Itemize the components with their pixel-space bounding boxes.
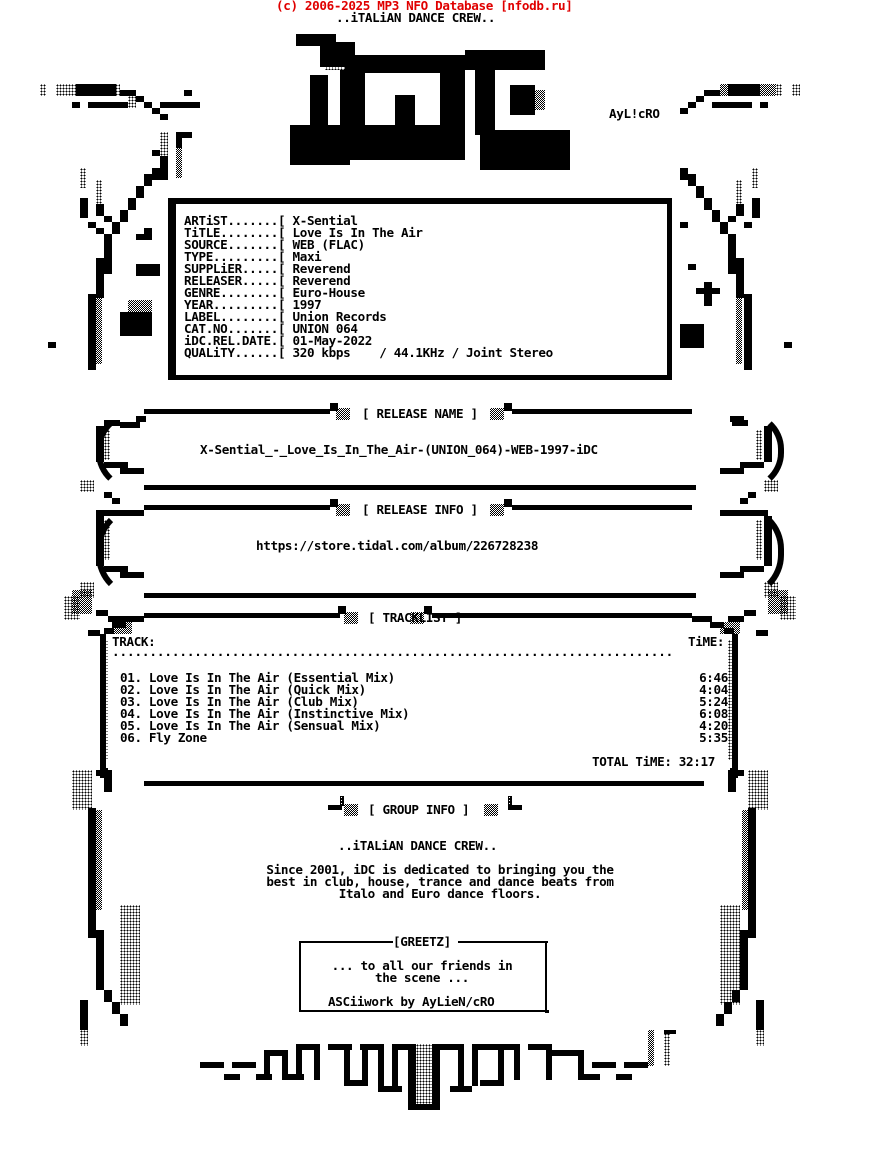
time-column-header: TiME: <box>688 634 725 649</box>
detail-label: QUALiTY......[ <box>184 345 286 360</box>
art-credit-tag: AyL!cRO <box>609 106 660 121</box>
track-row: 06. Fly Zone 5:35 <box>120 731 730 744</box>
group-description: Since 2001, iDC is dedicated to bringing… <box>180 863 700 901</box>
idc-logo <box>285 30 570 175</box>
tracklist-heading: [ TRACKLIST ] <box>368 610 463 625</box>
header-tagline: ..iTALiAN DANCE CREW.. <box>336 10 496 25</box>
group-tagline: ..iTALiAN DANCE CREW.. <box>338 838 498 853</box>
ornament-middle-right <box>716 400 880 1046</box>
total-time: TOTAL TiME: 32:17 <box>592 754 715 769</box>
greetz-heading: [GREETZ] <box>393 934 451 949</box>
ascii-credit: ASCiiwork by AyLieN/cRO <box>328 994 495 1009</box>
greetz-lines: ... to all our friends in the scene ... <box>300 959 544 985</box>
release-name-value: X-Sential_-_Love_Is_In_The_Air-(UNION_06… <box>200 442 598 457</box>
group-info-heading: [ GROUP INFO ] <box>368 802 470 817</box>
tracklist-separator: ........................................… <box>112 644 674 659</box>
group-description-line: Italo and Euro dance floors. <box>338 886 542 901</box>
release-details: ARTiST.......[ X-Sential TiTLE........[ … <box>184 214 553 360</box>
ornament-top-right <box>680 0 880 400</box>
track-row: 05. Love Is In The Air (Sensual Mix) 4:2… <box>120 719 730 732</box>
detail-row: QUALiTY......[ 320 kbps / 44.1KHz / Join… <box>184 345 553 360</box>
detail-value: 320 kbps / 44.1KHz / Joint Stereo <box>292 345 553 360</box>
bottom-meander-ornament <box>200 1030 680 1120</box>
greetz-line: the scene ... <box>374 970 470 985</box>
track-list: 01. Love Is In The Air (Essential Mix) 6… <box>120 671 730 744</box>
ornament-middle-left <box>0 400 160 1046</box>
release-info-link[interactable]: https://store.tidal.com/album/226728238 <box>256 539 538 552</box>
